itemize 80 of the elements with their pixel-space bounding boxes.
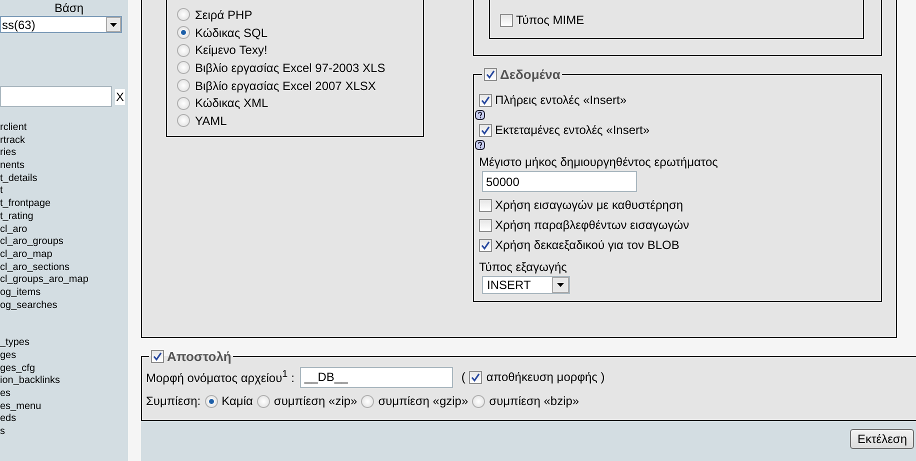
help-icon[interactable] xyxy=(475,110,485,120)
table-link[interactable]: rtrack xyxy=(0,134,128,148)
field-label: Τύπος εξαγωγής xyxy=(479,259,568,274)
checkbox[interactable] xyxy=(479,238,492,252)
option-label: Χρήση παραβλεφθέντων εισαγωγών xyxy=(495,218,690,232)
option-label: Εκτεταμένες εντολές «Insert» xyxy=(495,123,650,137)
help-icon[interactable] xyxy=(475,140,485,150)
table-link[interactable]: t xyxy=(0,185,128,198)
radio-button[interactable] xyxy=(177,61,190,74)
table-link[interactable]: ges xyxy=(0,350,128,363)
table-link[interactable]: cl_aro xyxy=(0,224,128,236)
format-label: Κώδικας SQL xyxy=(195,26,268,40)
clear-filter-button[interactable]: X xyxy=(115,88,126,104)
table-link[interactable]: rclient xyxy=(0,122,128,135)
max-length-field[interactable]: 50000 xyxy=(482,171,637,192)
option-label: συμπίεση «bzip» xyxy=(489,394,580,408)
filter-field[interactable] xyxy=(0,86,112,107)
table-link[interactable]: t_rating xyxy=(0,210,128,224)
table-link[interactable]: t_frontpage xyxy=(0,198,128,211)
option-label: συμπίεση «gzip» xyxy=(378,394,468,408)
option-label: συμπίεση «zip» xyxy=(274,394,358,408)
table-link[interactable]: cl_aro_groups xyxy=(0,236,128,249)
radio-button[interactable] xyxy=(177,44,190,57)
checkbox[interactable] xyxy=(479,218,492,232)
option-label: Τύπος MIME xyxy=(516,13,584,27)
radio-button[interactable] xyxy=(177,8,190,22)
format-label: Κώδικας XML xyxy=(195,96,268,110)
radio-button[interactable] xyxy=(177,79,190,92)
caret-icon xyxy=(110,22,117,26)
option-label: Χρήση δεκαεξαδικού για τον BLOB xyxy=(495,238,680,252)
format-label: Βιβλίο εργασίας Excel 97-2003 XLS xyxy=(195,60,386,75)
radio-button[interactable] xyxy=(256,394,270,408)
table-link[interactable]: t_details xyxy=(0,172,128,186)
table-link[interactable]: s xyxy=(0,426,128,439)
compression-label: Συμπίεση: xyxy=(146,394,201,408)
table-link[interactable]: og_items xyxy=(0,286,128,300)
section-title: Αποστολή xyxy=(167,349,232,364)
radio-button[interactable] xyxy=(204,394,218,408)
checkbox[interactable] xyxy=(469,370,482,384)
filename-field[interactable]: __DB__ xyxy=(300,366,454,388)
radio-button[interactable] xyxy=(177,96,190,110)
execute-button[interactable]: Εκτέλεση xyxy=(850,429,914,449)
radio-button[interactable] xyxy=(472,394,486,408)
option-label: Πλήρεις εντολές «Insert» xyxy=(495,93,626,107)
checkbox[interactable] xyxy=(151,350,164,363)
format-label: Βιβλίο εργασίας Excel 2007 XLSX xyxy=(195,78,376,93)
format-label: YAML xyxy=(195,114,227,128)
radio-button[interactable] xyxy=(361,394,374,408)
table-link[interactable]: ion_backlinks xyxy=(0,375,128,388)
table-link[interactable]: ges_cfg xyxy=(0,362,128,376)
database-select[interactable]: ss(63) xyxy=(0,16,122,33)
parenthesis: ( xyxy=(461,370,466,384)
field-label: Μέγιστο μήκος δημιουργηθέντος ερωτήματος xyxy=(479,154,719,169)
format-label: Σειρά PHP xyxy=(195,8,252,22)
checkbox[interactable] xyxy=(479,198,492,212)
filename-label: Μορφή ονόματος αρχείου$^{1}$ : xyxy=(146,369,294,385)
table-link[interactable]: cl_groups_aro_map xyxy=(0,274,128,287)
section-title: Δεδομένα xyxy=(500,67,560,82)
radio-button[interactable] xyxy=(177,114,190,128)
export-type-select[interactable]: INSERT xyxy=(482,276,570,294)
table-link[interactable]: og_searches xyxy=(0,300,128,312)
table-link[interactable]: _types xyxy=(0,337,128,350)
radio-button[interactable] xyxy=(177,26,190,40)
checkbox[interactable] xyxy=(479,124,492,136)
table-link[interactable]: cl_aro_map xyxy=(0,248,128,262)
table-link[interactable]: nents xyxy=(0,160,128,173)
table-link[interactable]: ries xyxy=(0,147,128,160)
checkbox[interactable] xyxy=(479,94,492,106)
checkbox[interactable] xyxy=(484,68,497,81)
table-link[interactable]: es_menu xyxy=(0,400,128,414)
table-link[interactable]: eds xyxy=(0,413,128,426)
format-label: Κείμενο Texy! xyxy=(195,43,268,58)
table-link[interactable]: es xyxy=(0,388,128,401)
caret-icon xyxy=(557,283,564,287)
option-label: αποθήκευση μορφής ) xyxy=(486,370,605,384)
option-label: Καμία xyxy=(222,394,253,408)
checkbox[interactable] xyxy=(500,14,513,26)
option-label: Χρήση εισαγωγών με καθυστέρηση xyxy=(495,198,684,212)
database-label: Βάση xyxy=(53,0,85,16)
table-link[interactable]: cl_aro_sections xyxy=(0,262,128,274)
